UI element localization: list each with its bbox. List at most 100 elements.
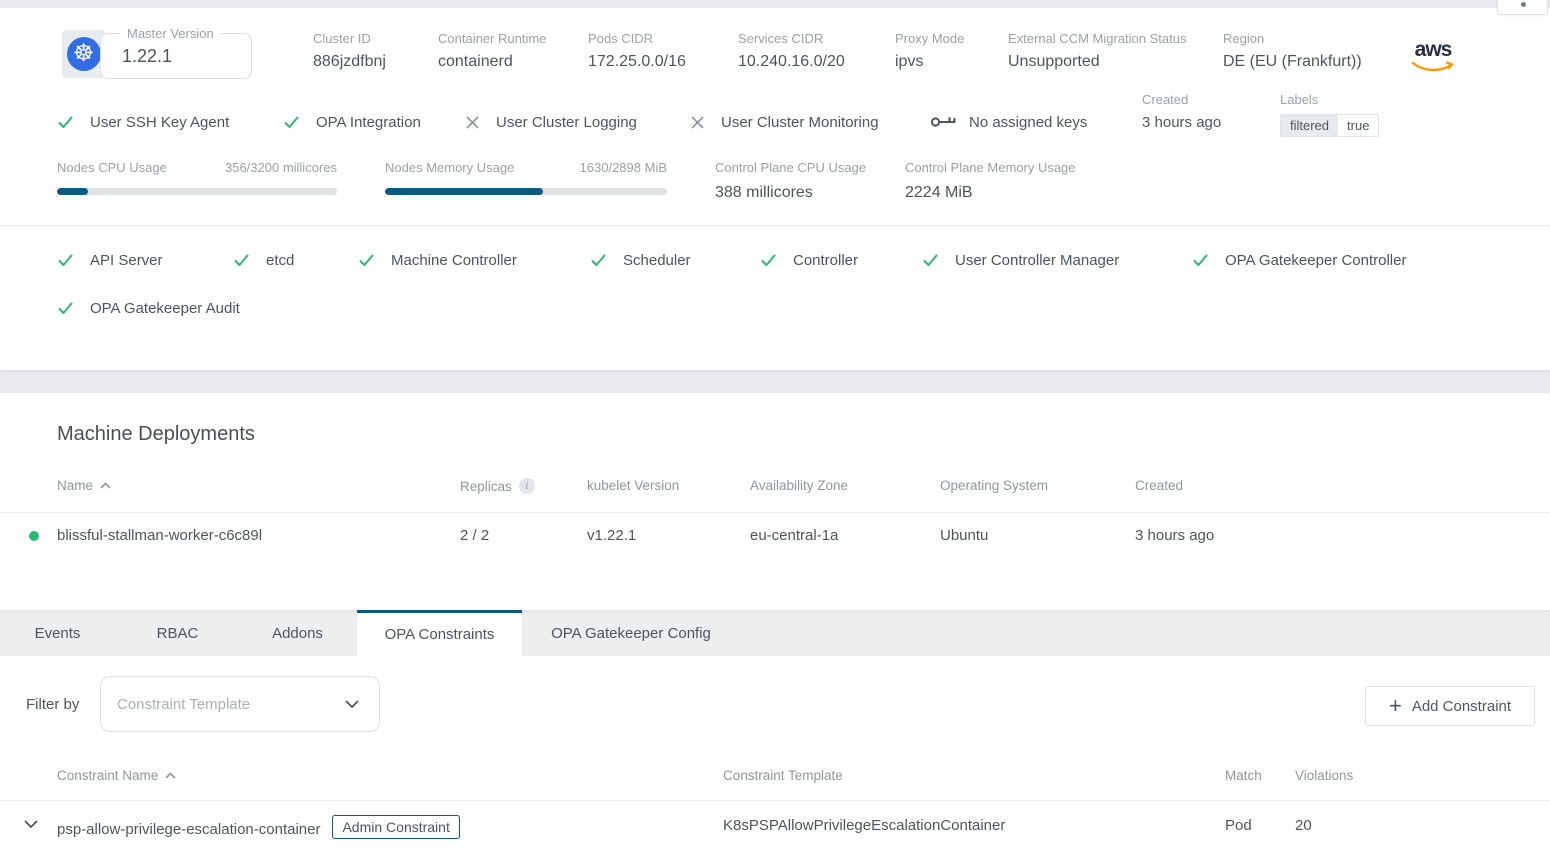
master-version-box: Master Version 1.22.1: [100, 33, 252, 79]
add-constraint-button[interactable]: + Add Constraint: [1365, 686, 1535, 726]
tab-addons[interactable]: Addons: [240, 610, 355, 656]
filter-by-label: Filter by: [26, 696, 79, 713]
column-label: Match: [1225, 768, 1262, 783]
ct-header-template: Constraint Template: [723, 768, 843, 783]
kubernetes-logo-box: ☸: [62, 30, 105, 78]
master-version-value: 1.22.1: [122, 46, 172, 67]
stat-label: Services CIDR: [738, 31, 845, 47]
info-icon[interactable]: i: [519, 478, 535, 494]
column-label: Replicas: [460, 479, 512, 494]
tab-rbac[interactable]: RBAC: [115, 610, 240, 656]
ct-header-name[interactable]: Constraint Name: [57, 768, 176, 783]
check-icon: [922, 252, 939, 269]
stat-value: DE (EU (Frankfurt)): [1223, 52, 1362, 72]
machine-deployments-card: Machine Deployments Name Replicas i kube…: [0, 393, 1550, 610]
chevron-down-icon: [345, 700, 359, 709]
add-constraint-label: Add Constraint: [1412, 698, 1511, 715]
kubernetes-icon: ☸: [67, 37, 101, 71]
stat-value: containerd: [438, 52, 546, 72]
column-label: Constraint Template: [723, 768, 843, 783]
health-label: Machine Controller: [391, 252, 517, 269]
ssh-keys-status: No assigned keys: [930, 112, 1087, 132]
plus-icon: +: [1389, 696, 1402, 716]
section-divider: [0, 225, 1550, 226]
ellipsis-dot-icon: [1521, 2, 1526, 7]
stat-value: Unsupported: [1008, 52, 1186, 72]
feature-user-ssh-key-agent: User SSH Key Agent: [57, 112, 229, 132]
label-chip: filtered true: [1280, 114, 1379, 137]
stat-label: External CCM Migration Status: [1008, 31, 1186, 47]
column-label: Violations: [1295, 768, 1353, 783]
constraint-template-select[interactable]: Constraint Template: [100, 676, 380, 732]
cpu-usage-progressbar: [57, 188, 337, 195]
tab-opa-constraints[interactable]: OPA Constraints: [357, 610, 522, 656]
more-options-button[interactable]: [1497, 0, 1548, 15]
md-cell-zone: eu-central-1a: [750, 527, 838, 544]
stat-label: Cluster ID: [313, 31, 386, 47]
ct-cell-violations: 20: [1295, 817, 1312, 834]
labels-label: Labels: [1280, 92, 1379, 108]
tab-label: OPA Constraints: [385, 626, 495, 643]
column-label: Name: [57, 478, 93, 493]
md-header-name[interactable]: Name: [57, 478, 111, 493]
feature-opa-integration: OPA Integration: [283, 112, 421, 132]
health-label: Controller: [793, 252, 858, 269]
stat-ccm-migration-status: External CCM Migration Status Unsupporte…: [1008, 31, 1186, 72]
feature-user-cluster-logging: User Cluster Logging: [465, 112, 637, 132]
stat-region: Region DE (EU (Frankfurt)): [1223, 31, 1362, 72]
tab-label: Events: [35, 625, 81, 642]
memory-usage-progressbar: [385, 188, 667, 195]
master-version-label: Master Version: [121, 26, 220, 41]
ct-cell-name: psp-allow-privilege-escalation-container…: [57, 817, 460, 841]
column-label: kubelet Version: [587, 478, 679, 493]
stat-value: 886jzdfbnj: [313, 52, 386, 72]
health-label: etcd: [266, 252, 294, 269]
health-label: Scheduler: [623, 252, 691, 269]
label-chip-value: true: [1338, 115, 1378, 136]
usage-value: 388 millicores: [715, 184, 866, 202]
check-icon: [57, 300, 74, 317]
column-label: Operating System: [940, 478, 1048, 493]
feature-label: User Cluster Logging: [496, 114, 637, 131]
admin-constraint-badge: Admin Constraint: [332, 815, 459, 839]
stat-label: Pods CIDR: [588, 31, 686, 47]
labels-block: Labels filtered true: [1280, 92, 1379, 137]
ct-header-match: Match: [1225, 768, 1262, 783]
created-label: Created: [1142, 92, 1221, 108]
stat-value: 10.240.16.0/20: [738, 52, 845, 72]
health-controller: Controller: [760, 251, 858, 269]
sort-asc-icon: [165, 772, 176, 779]
stat-label: Container Runtime: [438, 31, 546, 47]
constraint-row[interactable]: psp-allow-privilege-escalation-container…: [0, 801, 1550, 851]
check-icon: [358, 252, 375, 269]
machine-deployment-row[interactable]: blissful-stallman-worker-c6c89l 2 / 2 v1…: [0, 513, 1550, 559]
column-label: Availability Zone: [750, 478, 848, 493]
opa-constraints-panel: Filter by Constraint Template + Add Cons…: [0, 656, 1550, 851]
usage-label: Control Plane CPU Usage: [715, 160, 866, 176]
feature-label: OPA Integration: [316, 114, 421, 131]
stat-proxy-mode: Proxy Mode ipvs: [895, 31, 964, 72]
health-machine-controller: Machine Controller: [358, 251, 517, 269]
md-header-zone: Availability Zone: [750, 478, 848, 493]
expand-row-chevron-icon[interactable]: [24, 820, 38, 829]
feature-user-cluster-monitoring: User Cluster Monitoring: [690, 112, 879, 132]
stat-value: ipvs: [895, 52, 964, 72]
ct-cell-match: Pod: [1225, 817, 1252, 834]
stat-services-cidr: Services CIDR 10.240.16.0/20: [738, 31, 845, 72]
label-chip-key: filtered: [1281, 115, 1338, 136]
tab-bar: Events RBAC Addons OPA Constraints OPA G…: [0, 610, 1550, 656]
md-header-replicas: Replicas i: [460, 478, 535, 494]
machine-deployments-title: Machine Deployments: [57, 423, 255, 446]
healthy-status-dot: [29, 531, 39, 541]
check-icon: [57, 252, 74, 269]
stat-label: Region: [1223, 31, 1362, 47]
health-label: API Server: [90, 252, 163, 269]
key-icon: [930, 114, 957, 130]
tab-opa-gatekeeper-config[interactable]: OPA Gatekeeper Config: [522, 610, 740, 656]
health-opa-gatekeeper-controller: OPA Gatekeeper Controller: [1192, 251, 1406, 269]
aws-swoosh-icon: [1411, 61, 1455, 73]
health-label: OPA Gatekeeper Audit: [90, 300, 240, 317]
cluster-summary-card: ☸ Master Version 1.22.1 Cluster ID 886jz…: [0, 8, 1550, 370]
tab-events[interactable]: Events: [0, 610, 115, 656]
stat-label: Proxy Mode: [895, 31, 964, 47]
